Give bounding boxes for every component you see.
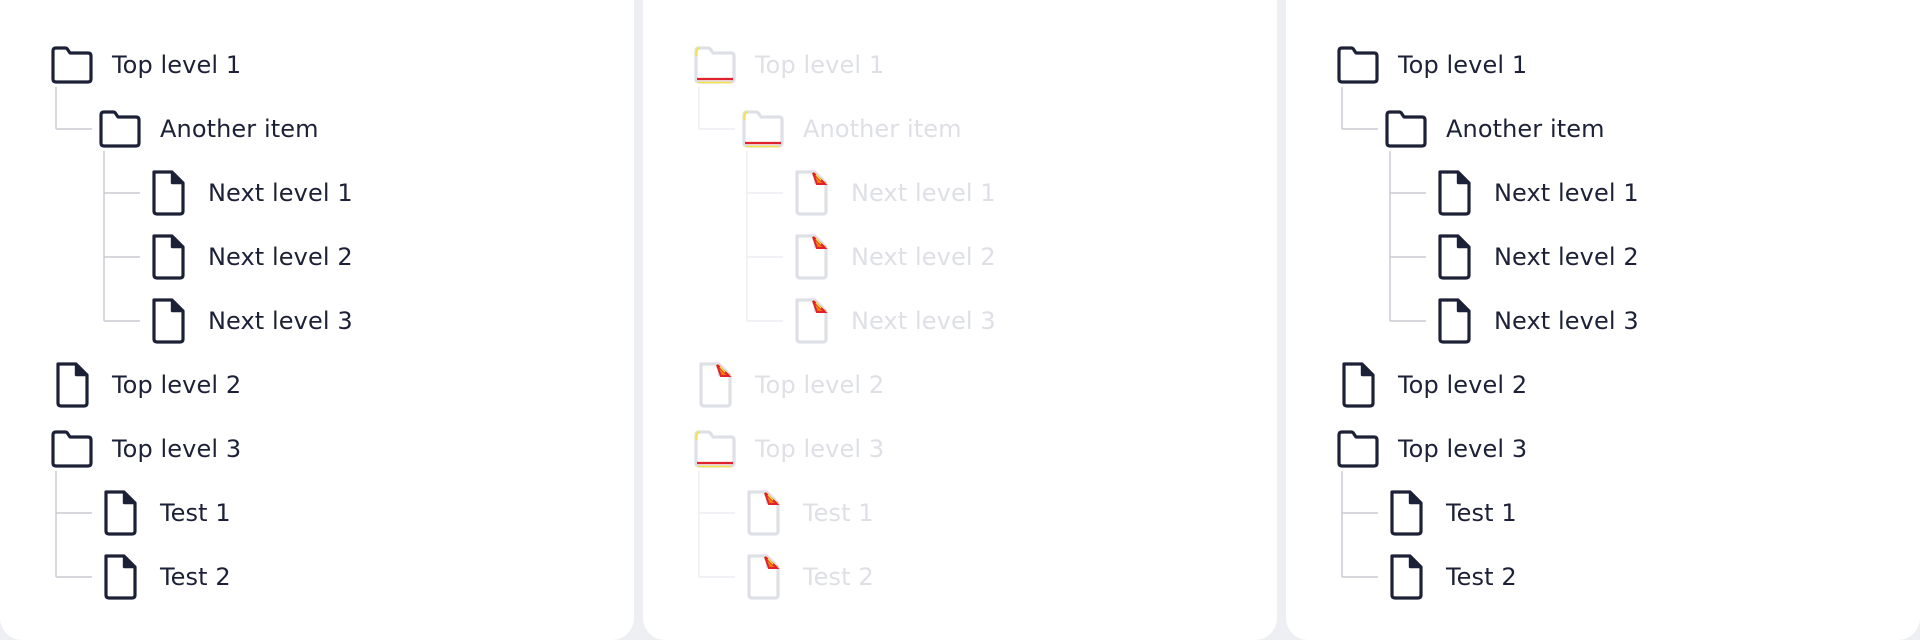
tree-item-label: Next level 2: [1494, 243, 1639, 271]
tree-item[interactable]: Top level 1: [1334, 41, 1527, 89]
tree-item[interactable]: Test 2: [1382, 553, 1517, 601]
tree-item-label: Top level 3: [112, 435, 242, 463]
tree-item[interactable]: Next level 2: [1430, 233, 1639, 281]
tree-item[interactable]: Top level 1: [691, 41, 884, 89]
tree-item[interactable]: Top level 3: [1334, 425, 1527, 473]
tree-item-label: Test 1: [803, 499, 874, 527]
tree-item-label: Another item: [803, 115, 962, 143]
tree-item-label: Top level 1: [1398, 51, 1528, 79]
tree-item-label: Another item: [160, 115, 319, 143]
tree-item[interactable]: Top level 2: [48, 361, 241, 409]
file-icon: [1334, 361, 1382, 409]
tree-item[interactable]: Test 1: [739, 489, 874, 537]
tree-panel-default-copy: Top level 1 Another item Next level 1 Ne…: [1286, 0, 1920, 640]
tree-item-label: Top level 2: [112, 371, 242, 399]
tree-item-label: Top level 3: [755, 435, 885, 463]
tree-item-label: Test 1: [1446, 499, 1517, 527]
tree-item[interactable]: Top level 3: [691, 425, 884, 473]
file-icon: [1382, 553, 1430, 601]
tree-item[interactable]: Top level 2: [1334, 361, 1527, 409]
tree-item-label: Next level 1: [1494, 179, 1639, 207]
tree-item-label: Next level 1: [851, 179, 996, 207]
folder-icon: [1382, 105, 1430, 153]
file-icon: [144, 169, 192, 217]
tree-item[interactable]: Next level 2: [144, 233, 353, 281]
tree-item-label: Next level 3: [851, 307, 996, 335]
tree-item[interactable]: Test 2: [96, 553, 231, 601]
file-icon: [1382, 489, 1430, 537]
tree-item-label: Test 2: [1446, 563, 1517, 591]
tree-item[interactable]: Next level 3: [144, 297, 353, 345]
file-icon: [787, 233, 835, 281]
file-icon: [787, 297, 835, 345]
tree-item[interactable]: Top level 1: [48, 41, 241, 89]
tree-item-label: Top level 1: [755, 51, 885, 79]
tree-item[interactable]: Another item: [1382, 105, 1605, 153]
tree-item[interactable]: Next level 1: [787, 169, 996, 217]
tree-view: Top level 1 Another item Next level 1 Ne…: [643, 0, 1277, 640]
file-icon: [144, 233, 192, 281]
folder-icon: [48, 41, 96, 89]
tree-view: Top level 1 Another item Next level 1 Ne…: [0, 0, 634, 640]
folder-icon: [96, 105, 144, 153]
tree-item-label: Next level 3: [208, 307, 353, 335]
file-icon: [691, 361, 739, 409]
file-icon: [739, 489, 787, 537]
tree-item-label: Test 2: [803, 563, 874, 591]
folder-icon: [691, 41, 739, 89]
tree-item[interactable]: Another item: [739, 105, 962, 153]
file-icon: [1430, 233, 1478, 281]
tree-item[interactable]: Top level 3: [48, 425, 241, 473]
file-icon: [144, 297, 192, 345]
folder-icon: [1334, 41, 1382, 89]
file-icon: [787, 169, 835, 217]
tree-panel-disabled: Top level 1 Another item Next level 1 Ne…: [643, 0, 1277, 640]
folder-icon: [691, 425, 739, 473]
file-icon: [1430, 297, 1478, 345]
tree-item[interactable]: Next level 1: [144, 169, 353, 217]
tree-item-label: Next level 2: [851, 243, 996, 271]
tree-item-label: Another item: [1446, 115, 1605, 143]
file-icon: [1430, 169, 1478, 217]
tree-item-label: Top level 1: [112, 51, 242, 79]
tree-item[interactable]: Test 2: [739, 553, 874, 601]
tree-view: Top level 1 Another item Next level 1 Ne…: [1286, 0, 1920, 640]
tree-panel-default: Top level 1 Another item Next level 1 Ne…: [0, 0, 634, 640]
tree-item[interactable]: Another item: [96, 105, 319, 153]
tree-item-label: Next level 2: [208, 243, 353, 271]
tree-item[interactable]: Top level 2: [691, 361, 884, 409]
folder-icon: [48, 425, 96, 473]
file-icon: [96, 489, 144, 537]
tree-item-label: Top level 3: [1398, 435, 1528, 463]
tree-item[interactable]: Next level 1: [1430, 169, 1639, 217]
file-icon: [739, 553, 787, 601]
tree-item[interactable]: Next level 3: [1430, 297, 1639, 345]
tree-item-label: Next level 1: [208, 179, 353, 207]
tree-item[interactable]: Next level 2: [787, 233, 996, 281]
folder-icon: [1334, 425, 1382, 473]
folder-icon: [739, 105, 787, 153]
tree-item[interactable]: Next level 3: [787, 297, 996, 345]
tree-item[interactable]: Test 1: [96, 489, 231, 537]
tree-item-label: Top level 2: [1398, 371, 1528, 399]
tree-item[interactable]: Test 1: [1382, 489, 1517, 537]
tree-item-label: Top level 2: [755, 371, 885, 399]
tree-item-label: Next level 3: [1494, 307, 1639, 335]
file-icon: [96, 553, 144, 601]
tree-item-label: Test 1: [160, 499, 231, 527]
tree-item-label: Test 2: [160, 563, 231, 591]
file-icon: [48, 361, 96, 409]
